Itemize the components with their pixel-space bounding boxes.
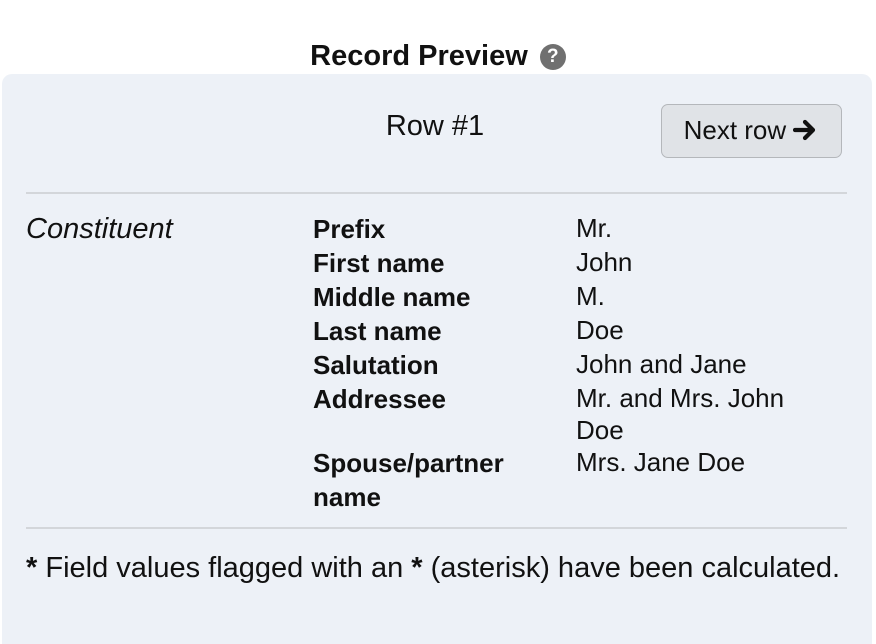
field-row-salutation: Salutation John and Jane: [313, 348, 853, 382]
page-title: Record Preview: [310, 40, 528, 72]
field-row-spouse-partner-name: Spouse/partner name Mrs. Jane Doe: [313, 446, 853, 514]
next-row-button-label: Next row: [683, 115, 787, 145]
field-list: Prefix Mr. First name John Middle name M…: [313, 212, 853, 514]
record-preview-header: Record Preview ?: [0, 38, 876, 74]
note-text-part: (asterisk) have been calculated.: [422, 552, 841, 584]
record-preview-page: Record Preview ? Row #1 Next row Constit…: [0, 0, 876, 644]
field-value: Mr.: [576, 213, 613, 243]
help-icon[interactable]: ?: [539, 44, 566, 70]
field-row-addressee: Addressee Mr. and Mrs. John Doe: [313, 382, 853, 446]
calculated-values-note: * Field values flagged with an * (asteri…: [26, 550, 846, 586]
arrow-right-icon: [793, 119, 816, 141]
note-text-part: Field values flagged with an: [37, 552, 412, 584]
field-value: Mrs. Jane Doe: [576, 447, 746, 477]
field-value: John: [576, 247, 633, 277]
section-label: Constituent: [26, 213, 173, 245]
field-row-middle-name: Middle name M.: [313, 280, 853, 314]
asterisk-marker: *: [411, 552, 423, 584]
field-value: M.: [576, 281, 605, 311]
bottom-divider: [26, 527, 847, 529]
field-value: Doe: [576, 315, 624, 345]
field-row-prefix: Prefix Mr.: [313, 212, 853, 246]
field-label: Spouse/partner name: [313, 448, 504, 512]
field-row-first-name: First name John: [313, 246, 853, 280]
field-label: Prefix: [313, 214, 386, 244]
field-label: Addressee: [313, 384, 446, 414]
asterisk-marker: *: [26, 552, 38, 584]
field-label: Salutation: [313, 350, 439, 380]
next-row-button[interactable]: Next row: [661, 104, 842, 158]
field-label: First name: [313, 248, 445, 278]
top-divider: [26, 192, 847, 194]
field-value: John and Jane: [576, 349, 747, 379]
field-label: Last name: [313, 316, 442, 346]
field-value: Mr. and Mrs. John Doe: [576, 383, 785, 445]
field-row-last-name: Last name Doe: [313, 314, 853, 348]
field-label: Middle name: [313, 282, 471, 312]
